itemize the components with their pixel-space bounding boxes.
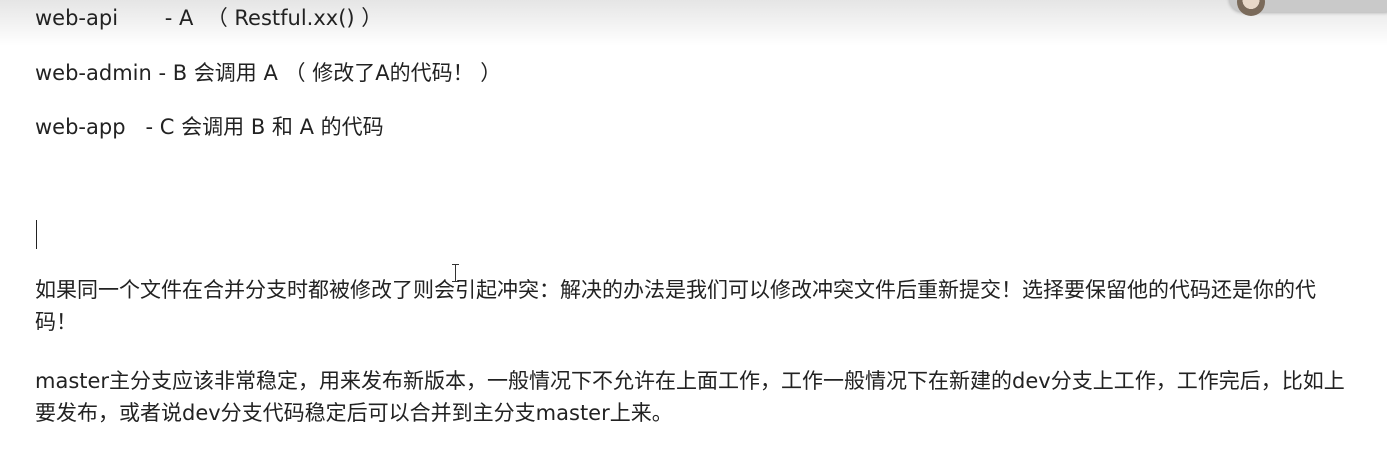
- video-overlay-pill[interactable]: [1229, 0, 1387, 16]
- text-caret: [36, 220, 37, 249]
- paragraph-conflict: 如果同一个文件在合并分支时都被修改了则会引起冲突：解决的办法是我们可以修改冲突文…: [35, 278, 1316, 334]
- line-web-app: web-app - C 会调用 B 和 A 的代码: [35, 115, 384, 139]
- line-web-api: web-api - A （ Restful.xx() ）: [35, 6, 383, 30]
- paragraph-master-branch: master主分支应该非常稳定，用来发布新版本，一般情况下不允许在上面工作，工作…: [35, 369, 1345, 425]
- presenter-avatar-icon: [1237, 0, 1265, 16]
- ibeam-cursor-icon: [452, 264, 459, 282]
- line-web-admin: web-admin - B 会调用 A （ 修改了A的代码！ ）: [35, 61, 502, 85]
